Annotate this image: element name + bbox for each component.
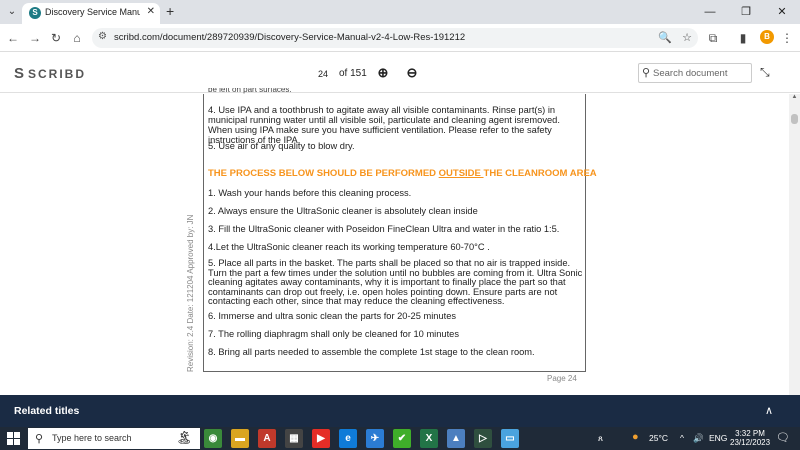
zoom-in-icon[interactable]: ⊕ xyxy=(374,64,392,82)
related-titles-heading: Related titles xyxy=(14,405,80,417)
heading-outside: OUTSIDE xyxy=(438,168,484,179)
browser-tab[interactable]: S Discovery Service Manual v2.4 ✕ xyxy=(22,3,160,24)
clock-date: 23/12/2023 xyxy=(730,438,771,447)
scribd-logo[interactable]: S SCRIBD xyxy=(14,65,86,82)
weather-icon[interactable]: ● xyxy=(632,431,639,443)
cut-off-line: be left on part surfaces. xyxy=(208,88,292,94)
chevron-up-icon[interactable]: ∧ xyxy=(765,404,773,417)
speaker-icon[interactable]: 🔊 xyxy=(693,433,704,444)
address-bar[interactable]: ⚙ scribd.com/document/289720939/Discover… xyxy=(92,28,698,48)
language-indicator[interactable]: ENG xyxy=(709,433,727,443)
tab-strip: ⌄ S Discovery Service Manual v2.4 ✕ + — … xyxy=(0,0,800,24)
bookmark-star-icon[interactable]: ☆ xyxy=(682,31,692,44)
side-panel-icon[interactable]: ▮ xyxy=(734,29,752,47)
reload-icon[interactable]: ↻ xyxy=(47,29,65,47)
app-icon-2[interactable]: ✔ xyxy=(393,429,411,448)
list-item: 8. Bring all parts needed to assemble th… xyxy=(208,347,535,357)
pdf-reader-icon[interactable]: A xyxy=(258,429,276,448)
remote-desktop-icon[interactable]: ▭ xyxy=(501,429,519,448)
tab-close-icon[interactable]: ✕ xyxy=(147,6,155,17)
scribd-logo-text: SCRIBD xyxy=(28,66,87,81)
system-clock[interactable]: 3:32 PM 23/12/2023 xyxy=(730,429,770,447)
list-item: 6. Immerse and ultra sonic clean the par… xyxy=(208,311,457,321)
heading-part-1: THE PROCESS BELOW SHOULD BE PERFORMED xyxy=(208,168,439,179)
list-item: 7. The rolling diaphragm shall only be c… xyxy=(208,329,459,339)
minimize-button[interactable]: — xyxy=(692,0,728,24)
zoom-lens-icon[interactable]: 🔍 xyxy=(658,31,672,44)
people-icon[interactable]: ጸ xyxy=(598,433,603,444)
close-window-button[interactable]: ✕ xyxy=(764,0,800,24)
search-placeholder: Search document xyxy=(653,68,728,79)
chrome-icon[interactable]: ◉ xyxy=(204,429,222,448)
tab-search-chevron-icon[interactable]: ⌄ xyxy=(4,4,20,20)
clock-time: 3:32 PM xyxy=(735,429,765,438)
fullscreen-icon[interactable]: ⤡ xyxy=(760,65,770,80)
profile-avatar[interactable]: B xyxy=(760,30,774,44)
scribd-favicon-icon: S xyxy=(29,7,41,19)
search-icon: ⚲ xyxy=(642,67,651,79)
media-player-icon[interactable]: ▷ xyxy=(474,429,492,448)
list-item: 1. Wash your hands before this cleaning … xyxy=(208,188,412,198)
page-number-input[interactable]: 24 xyxy=(312,63,334,83)
vertical-scrollbar[interactable]: ▲ xyxy=(789,94,800,395)
window-controls: — ❐ ✕ xyxy=(692,0,800,24)
list-item: 2. Always ensure the UltraSonic cleaner … xyxy=(208,206,478,216)
youtube-icon[interactable]: ▶ xyxy=(312,429,330,448)
page-label: Page 24 xyxy=(547,374,577,383)
home-icon[interactable]: ⌂ xyxy=(68,29,86,47)
excel-icon[interactable]: X xyxy=(420,429,438,448)
forward-arrow-icon[interactable]: → xyxy=(26,29,44,47)
restore-button[interactable]: ❐ xyxy=(728,0,764,24)
extensions-icon[interactable]: ⧉ xyxy=(704,29,722,47)
scroll-up-icon[interactable]: ▲ xyxy=(789,94,800,104)
back-arrow-icon[interactable]: ← xyxy=(4,29,22,47)
scribd-logo-icon: S xyxy=(14,65,25,82)
list-item: 4.Let the UltraSonic cleaner reach its w… xyxy=(208,242,490,252)
url-text: scribd.com/document/289720939/Discovery-… xyxy=(114,32,466,43)
page-total: of 151 xyxy=(339,68,367,79)
heading-part-2: THE CLEANROOM AREA xyxy=(483,168,597,179)
taskbar-search-placeholder: Type here to search xyxy=(52,433,132,443)
taskbar-apps: ◉ ▬ A ▦ ▶ e ✈ ✔ X ▲ ▷ ▭ xyxy=(204,429,519,448)
browser-menu-icon[interactable]: ⋮ xyxy=(778,29,796,47)
step-4-ipa: 4. Use IPA and a toothbrush to agitate a… xyxy=(208,105,560,145)
related-titles-bar[interactable]: Related titles ∧ xyxy=(0,395,800,427)
section-heading: THE PROCESS BELOW SHOULD BE PERFORMED OU… xyxy=(208,168,597,179)
search-highlight-icon: 🏝 xyxy=(176,430,193,445)
browser-toolbar: ← → ↻ ⌂ ⚙ scribd.com/document/289720939/… xyxy=(0,24,800,52)
site-settings-icon[interactable]: ⚙ xyxy=(98,31,107,42)
list-item: 3. Fill the UltraSonic cleaner with Pose… xyxy=(208,224,560,234)
tab-title: Discovery Service Manual v2.4 xyxy=(45,7,140,17)
tray-chevron-icon[interactable]: ^ xyxy=(680,433,684,443)
document-search-input[interactable]: ⚲ Search document xyxy=(638,63,752,83)
app-icon[interactable]: ✈ xyxy=(366,429,384,448)
search-icon: ⚲ xyxy=(35,433,44,445)
file-explorer-icon[interactable]: ▬ xyxy=(231,429,249,448)
notification-icon[interactable]: 🗨 xyxy=(776,431,790,444)
edge-icon[interactable]: e xyxy=(339,429,357,448)
taskbar-search-input[interactable]: ⚲ Type here to search 🏝 xyxy=(28,428,200,449)
new-tab-button[interactable]: + xyxy=(166,3,174,19)
calendar-icon[interactable]: ▦ xyxy=(285,429,303,448)
step-5-blow-dry: 5. Use air of any quality to blow dry. xyxy=(208,141,355,151)
image-viewer-icon[interactable]: ▲ xyxy=(447,429,465,448)
scroll-thumb[interactable] xyxy=(791,114,798,124)
zoom-out-icon[interactable]: ⊖ xyxy=(403,64,421,82)
weather-temp[interactable]: 25°C xyxy=(649,433,668,443)
list-item: 5. Place all parts in the basket. The pa… xyxy=(208,258,583,307)
scribd-header: S SCRIBD 24 of 151 ⊕ ⊖ ⚲ Search document… xyxy=(0,53,800,93)
windows-start-icon[interactable] xyxy=(7,432,20,445)
windows-taskbar: ⚲ Type here to search 🏝 ◉ ▬ A ▦ ▶ e ✈ ✔ … xyxy=(0,427,800,450)
revision-side-text: Revision: 2.4 Date: 121204 Approved by: … xyxy=(186,214,195,372)
